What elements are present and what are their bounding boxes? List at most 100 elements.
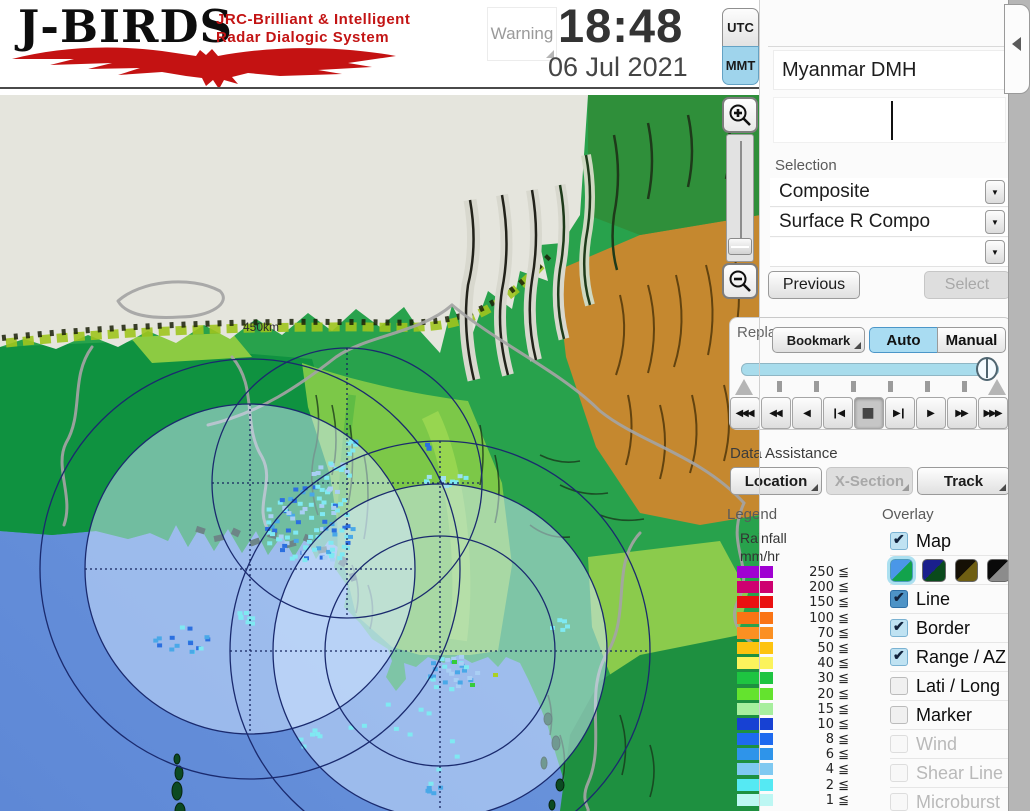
replay-section: Replay Bookmark Auto Manual ◀◀◀ ◀◀ ◀ ❙◀ ■ ▶❙ ▶…	[729, 317, 1012, 430]
overlay-item-wind: Wind	[890, 730, 1010, 759]
overlay-label: Wind	[916, 733, 958, 754]
panel-scroll-strip[interactable]	[1008, 0, 1030, 811]
location-button[interactable]: Location	[730, 467, 822, 495]
x-section-button[interactable]: X-Section	[826, 467, 913, 495]
legend-row: 200 ≦	[737, 580, 867, 595]
timeline-tick	[777, 381, 782, 392]
utc-button[interactable]: UTC	[722, 8, 759, 47]
mmt-button[interactable]: MMT	[722, 46, 759, 85]
chevron-left-icon	[1012, 37, 1021, 51]
overlay-label: Border	[916, 617, 971, 638]
checkbox	[890, 764, 908, 782]
overlay-label: Range / AZ	[916, 646, 1007, 667]
panel-collapse-tab[interactable]	[1004, 4, 1030, 94]
product-option-dropdown[interactable]: ▼	[770, 238, 1008, 267]
checkbox[interactable]: ✔	[890, 531, 908, 550]
clock-time: 18:48	[558, 0, 684, 52]
overlay-list: ✔ Map ✔ Line ✔ Border ✔ Range / AZ Lati / Long Ma…	[890, 527, 1010, 811]
legend-section-label: Legend	[727, 506, 778, 523]
step-forward-button[interactable]: ▶❙	[885, 397, 915, 429]
overlay-label: Shear Line	[916, 762, 1004, 783]
checkbox[interactable]: ✔	[890, 647, 908, 666]
legend-color-swatch	[737, 763, 773, 776]
checkbox[interactable]	[890, 706, 908, 724]
map-style-swatches	[890, 556, 1010, 585]
legend-value: 30 ≦	[817, 671, 849, 687]
legend-color-swatch	[737, 778, 773, 791]
track-button[interactable]: Track	[917, 467, 1010, 495]
checkbox[interactable]: ✔	[890, 618, 908, 637]
eagle-logo-icon	[12, 47, 396, 89]
legend-value: 70 ≦	[817, 625, 849, 641]
legend-row: 30 ≦	[737, 671, 867, 686]
legend-value: 1 ≦	[825, 792, 849, 808]
terrain-gray-swatch[interactable]	[986, 558, 1010, 582]
terrain-color-swatch[interactable]	[890, 558, 914, 582]
legend-color-swatch	[737, 596, 773, 609]
legend-color-swatch	[737, 702, 773, 715]
checkbox[interactable]	[890, 677, 908, 695]
legend-color-swatch	[737, 793, 773, 806]
warning-button[interactable]: Warning	[487, 7, 557, 61]
legend-value: 8 ≦	[825, 732, 849, 748]
checkbox[interactable]: ✔	[890, 589, 908, 608]
manual-mode-button[interactable]: Manual	[937, 327, 1006, 353]
timeline-tick	[925, 381, 930, 392]
chevron-down-icon[interactable]: ▼	[985, 210, 1005, 234]
app-tagline-1: JRC-Brilliant & Intelligent	[216, 11, 411, 28]
overlay-item-marker: Marker	[890, 701, 1010, 730]
stop-button[interactable]: ■	[854, 397, 884, 429]
replay-timeline-slider[interactable]	[741, 363, 999, 376]
replay-slider-thumb[interactable]	[976, 357, 998, 381]
forward-fast-button[interactable]: ▶▶	[947, 397, 977, 429]
zoom-slider[interactable]	[726, 134, 754, 262]
legend-title: Rainfallmm/hr	[740, 530, 787, 564]
zoom-slider-thumb[interactable]	[728, 238, 752, 255]
checkbox	[890, 793, 908, 811]
cursor-caret	[891, 101, 893, 140]
select-button[interactable]: Select	[924, 271, 1010, 299]
legend-value: 2 ≦	[825, 777, 849, 793]
play-reverse-button[interactable]: ◀	[792, 397, 822, 429]
legend-value: 150 ≦	[809, 595, 849, 611]
auto-mode-button[interactable]: Auto	[869, 327, 938, 353]
timeline-tick	[851, 381, 856, 392]
step-back-button[interactable]: ❙◀	[823, 397, 853, 429]
legend-color-swatch	[737, 611, 773, 624]
radar-map[interactable]: 450km	[0, 95, 760, 811]
zoom-out-button[interactable]	[722, 263, 758, 299]
overlay-item-shear-line: Shear Line	[890, 759, 1010, 788]
overlay-label: Microburst	[916, 791, 1001, 811]
zoom-in-button[interactable]	[722, 97, 758, 133]
product-type-dropdown[interactable]: Surface R Compo ▼	[770, 208, 1008, 237]
chevron-down-icon[interactable]: ▼	[985, 240, 1005, 264]
legend-row: 10 ≦	[737, 717, 867, 732]
legend-color-swatch	[737, 641, 773, 654]
legend-value: 4 ≦	[825, 762, 849, 778]
header-divider	[0, 87, 760, 89]
legend-value: 40 ≦	[817, 656, 849, 672]
selection-section-label: Selection	[775, 157, 837, 174]
terrain-olive-swatch[interactable]	[954, 558, 978, 582]
jump-end-button[interactable]: ▶▶▶	[978, 397, 1008, 429]
rewind-fast-button[interactable]: ◀◀	[761, 397, 791, 429]
legend-row: 15 ≦	[737, 702, 867, 717]
legend-row: 250 ≦	[737, 565, 867, 580]
checkmark-icon: ✔	[893, 531, 905, 547]
legend-value: 200 ≦	[809, 580, 849, 596]
timeline-end-marker[interactable]	[988, 379, 1006, 395]
previous-button[interactable]: Previous	[768, 271, 860, 299]
overlay-label: Lati / Long	[916, 675, 1001, 696]
terrain-dark-blue-swatch[interactable]	[922, 558, 946, 582]
overlay-item-border: ✔ Border	[890, 614, 1010, 643]
bookmark-button[interactable]: Bookmark	[772, 327, 865, 353]
legend-row: 6 ≦	[737, 747, 867, 762]
jump-start-button[interactable]: ◀◀◀	[730, 397, 760, 429]
play-button[interactable]: ▶	[916, 397, 946, 429]
checkbox	[890, 735, 908, 753]
overlay-label: Marker	[916, 704, 973, 725]
product-category-dropdown[interactable]: Composite ▼	[770, 178, 1008, 207]
timeline-start-marker[interactable]	[735, 379, 753, 395]
chevron-down-icon[interactable]: ▼	[985, 180, 1005, 204]
legend-row: 2 ≦	[737, 778, 867, 793]
